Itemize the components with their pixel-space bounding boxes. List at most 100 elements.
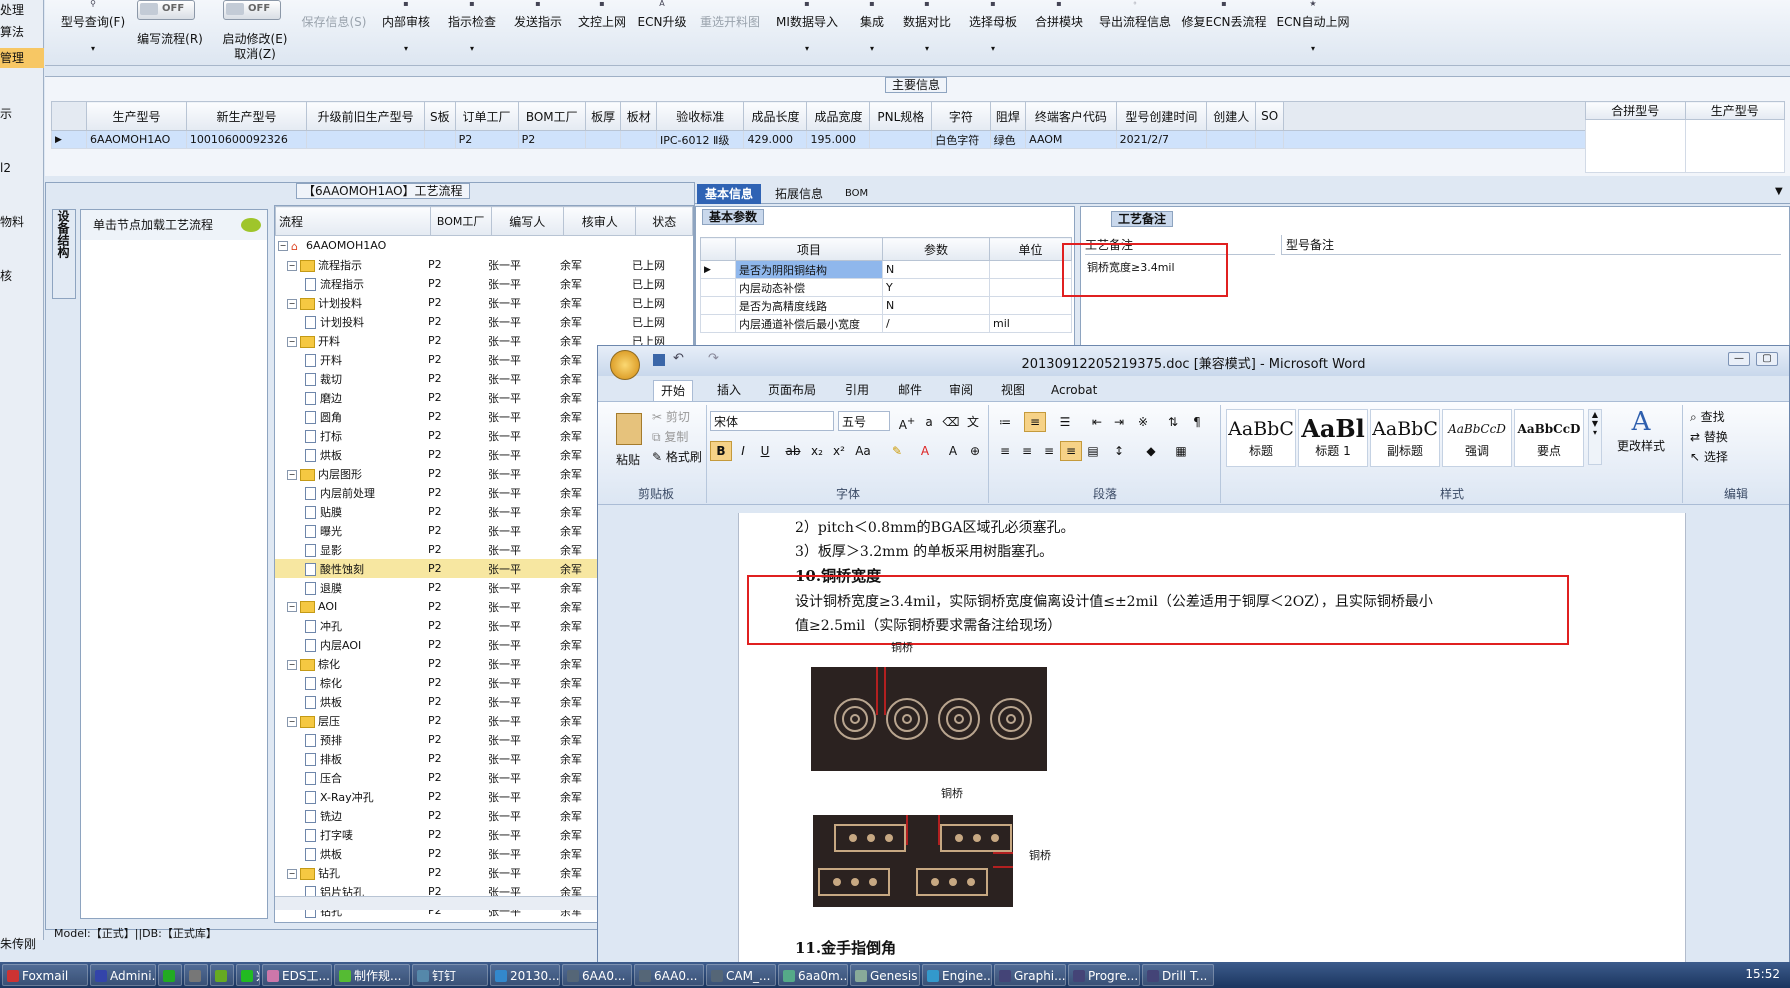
taskbar-button[interactable]: Foxmail	[2, 964, 88, 986]
minimize-icon[interactable]: —	[1728, 352, 1750, 366]
param-name[interactable]: 是否为阴阳铜结构	[735, 260, 883, 279]
param-value[interactable]: N	[882, 296, 990, 315]
table-cell[interactable]: 6AAOMOH1AO	[86, 130, 187, 149]
table-cell[interactable]: IPC-6012 Ⅱ级	[655, 130, 745, 149]
ribbon-tab-acrobat[interactable]: Acrobat	[1044, 380, 1104, 400]
taskbar-button[interactable]: 6AA0...	[562, 964, 632, 986]
column-header[interactable]: 新生产型号	[185, 101, 308, 131]
mi-data-import-button[interactable]: ▪ MI数据导入 ▾	[765, 0, 849, 62]
font-name-select[interactable]: 宋体	[710, 411, 834, 431]
taskbar-button[interactable]: 20130...	[490, 964, 560, 986]
taskbar-button[interactable]: 6aa0m...	[778, 964, 848, 986]
column-header[interactable]: 单位	[989, 237, 1072, 261]
enclose-char-icon[interactable]: ⊕	[964, 441, 986, 461]
collapse-icon[interactable]: −	[287, 298, 297, 309]
taskbar-button[interactable]	[210, 964, 234, 986]
rail-item[interactable]: 处理	[0, 0, 44, 20]
tab-extended-info[interactable]: 拓展信息	[767, 184, 831, 204]
style-subtitle[interactable]: AaBbC 副标题	[1370, 409, 1440, 467]
table-cell[interactable]: 绿色	[989, 130, 1027, 149]
chinese-layout-icon[interactable]: ※	[1132, 412, 1154, 432]
load-hint[interactable]: 单击节点加载工艺流程	[81, 210, 267, 240]
column-header[interactable]: 终端客户代码	[1025, 101, 1117, 131]
chevron-down-icon[interactable]: ▼	[1775, 186, 1783, 197]
tab-basic-info[interactable]: 基本信息	[697, 184, 762, 204]
column-header[interactable]: 订单工厂	[454, 101, 519, 131]
italic-icon[interactable]: I	[732, 441, 754, 461]
ribbon-tab-review[interactable]: 审阅	[942, 380, 980, 400]
align-right-icon[interactable]: ≡	[1038, 441, 1060, 461]
tab-bom[interactable]: BOM	[837, 184, 876, 204]
taskbar-button[interactable]: 钉钉	[412, 964, 488, 986]
collapse-icon[interactable]: −	[287, 336, 297, 347]
column-header[interactable]: 流程	[275, 206, 431, 236]
table-cell[interactable]: 10010600092326	[185, 130, 308, 149]
line-spacing-icon[interactable]: ↕	[1108, 441, 1130, 461]
taskbar-button[interactable]	[184, 964, 208, 986]
align-left-icon[interactable]: ≡	[994, 441, 1016, 461]
collapse-icon[interactable]: −	[278, 241, 288, 251]
column-header[interactable]: 成品宽度	[806, 101, 871, 131]
column-header[interactable]: SO	[1255, 101, 1284, 131]
show-marks-icon[interactable]: ¶	[1186, 412, 1208, 432]
integrate-button[interactable]: ▪ 集成 ▾	[849, 0, 895, 62]
table-cell[interactable]	[1684, 119, 1785, 173]
taskbar-button[interactable]: Genesis	[850, 964, 920, 986]
rail-item[interactable]: 物料	[0, 212, 44, 232]
column-header[interactable]: 成品长度	[743, 101, 808, 131]
start-modify-button[interactable]: 启动修改(E) 取消(Z)	[210, 0, 300, 62]
tree-group-row[interactable]: − 计划投料 P2 张一平 余军 已上网	[275, 293, 693, 312]
column-header[interactable]: 核审人	[562, 206, 637, 236]
superscript-icon[interactable]: x²	[828, 441, 850, 461]
table-row[interactable]: ▶ 6AAOMOH1AO 10010600092326 P2 P2 IPC-60…	[51, 130, 1591, 149]
table-cell[interactable]	[1585, 119, 1686, 173]
taskbar-button[interactable]: 6AA0...	[634, 964, 704, 986]
borders-icon[interactable]: ▦	[1170, 441, 1192, 461]
tree-group-row[interactable]: − 流程指示 P2 张一平 余军 已上网	[275, 255, 693, 274]
style-emphasis[interactable]: AaBbCcD 强调	[1442, 409, 1512, 467]
table-cell[interactable]: 2021/2/7	[1115, 130, 1208, 149]
taskbar-button[interactable]: Graphi...	[994, 964, 1066, 986]
table-cell[interactable]	[306, 130, 426, 149]
param-name[interactable]: 是否为高精度线路	[735, 296, 883, 315]
ribbon-tab-insert[interactable]: 插入	[710, 380, 748, 400]
ecn-auto-online-button[interactable]: ★ ECN自动上网 ▾	[1271, 0, 1355, 62]
paste-button[interactable]: 粘贴	[616, 451, 640, 468]
column-header[interactable]: 板材	[620, 101, 657, 131]
sort-icon[interactable]: ⇅	[1162, 412, 1184, 432]
restore-icon[interactable]: ▢	[1756, 352, 1778, 366]
column-header[interactable]: 升级前旧生产型号	[306, 101, 426, 131]
style-heading1[interactable]: AaBl 标题 1	[1298, 409, 1368, 467]
send-instruction-button[interactable]: ▪ 发送指示	[507, 0, 569, 62]
taskbar-button[interactable]: CAM_...	[706, 964, 776, 986]
distribute-icon[interactable]: ▤	[1082, 441, 1104, 461]
column-header[interactable]: S板	[424, 101, 456, 131]
rail-item[interactable]: 示	[0, 104, 44, 124]
column-header[interactable]: 项目	[735, 237, 883, 261]
side-tab-equipment[interactable]: 设备结构	[52, 209, 76, 299]
strikethrough-icon[interactable]: ab	[782, 441, 804, 461]
reselect-cut-drawing-button[interactable]: 重选开料图	[693, 0, 767, 62]
ribbon-tab-layout[interactable]: 页面布局	[761, 380, 823, 400]
internal-review-button[interactable]: ▪ 内部审核 ▾	[375, 0, 437, 62]
underline-icon[interactable]: U	[754, 441, 776, 461]
param-value[interactable]: N	[882, 260, 990, 279]
tree-root[interactable]: − ⌂ 6AAOMOH1AO	[275, 236, 693, 255]
styles-scroll[interactable]: ▲ ▼ ▾	[1588, 409, 1602, 465]
paste-icon[interactable]	[616, 413, 642, 445]
shrink-font-icon[interactable]: a	[918, 412, 940, 432]
fix-ecn-lost-flow-button[interactable]: ▪ 修复ECN丢流程	[1179, 0, 1269, 62]
table-cell[interactable]	[869, 130, 933, 149]
param-value[interactable]: /	[882, 314, 990, 333]
clear-format-icon[interactable]: ⌫	[940, 412, 962, 432]
taskbar-button[interactable]: Drill T...	[1142, 964, 1214, 986]
collapse-icon[interactable]: −	[287, 469, 297, 480]
column-header[interactable]: 生产型号	[1684, 101, 1785, 120]
cut-button[interactable]: ✂ 剪切	[652, 407, 690, 427]
rail-item[interactable]: l2	[0, 158, 44, 178]
char-shading-icon[interactable]: A	[942, 441, 964, 461]
font-color-icon[interactable]: A	[914, 441, 936, 461]
taskbar-button[interactable]: 兴森快...	[236, 964, 260, 986]
column-header[interactable]: 合拼型号	[1585, 101, 1686, 120]
column-header[interactable]: BOM工厂	[517, 101, 586, 131]
